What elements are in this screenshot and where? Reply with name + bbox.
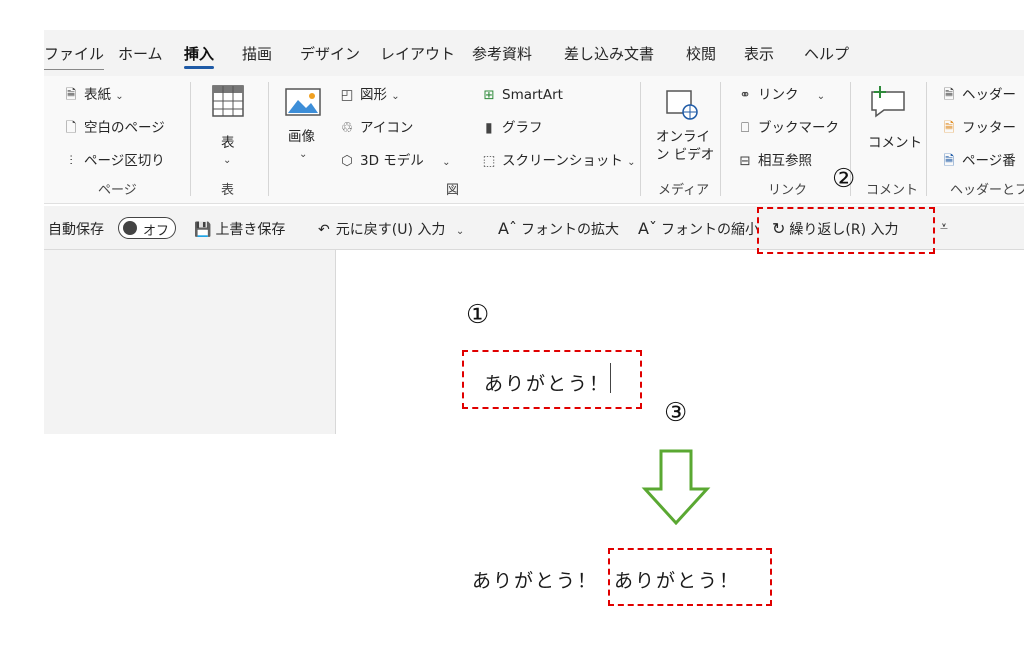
shrink-font-button[interactable]: Aˇ フォントの縮小 xyxy=(638,219,759,239)
ribbon-separator xyxy=(926,82,927,196)
blank-page-button[interactable]: 🗋 空白のページ xyxy=(62,119,165,137)
smartart-button[interactable]: ⊞ SmartArt xyxy=(480,86,563,104)
image-icon xyxy=(285,88,321,116)
image-label: 画像 xyxy=(288,129,315,145)
group-label-comments: コメント xyxy=(866,183,919,198)
document-line-1[interactable]: ありがとう！ xyxy=(484,369,610,396)
ribbon-separator xyxy=(720,82,721,196)
chevron-down-icon: ⌄ xyxy=(391,91,400,102)
comment-button[interactable]: コメント xyxy=(860,82,922,172)
group-label-table: 表 xyxy=(221,183,235,198)
undo-icon: ↶ xyxy=(318,222,330,238)
table-label: 表 xyxy=(221,135,235,151)
footer-icon: 🗎 xyxy=(943,120,955,136)
screenshot-button[interactable]: ⬚ スクリーンショット ⌄ xyxy=(480,152,636,172)
online-video-label-line2: ン ビデオ xyxy=(656,147,715,163)
tab-insert[interactable]: 挿入 xyxy=(184,43,215,69)
bookmark-button[interactable]: ⎕ ブックマーク xyxy=(736,119,839,137)
toggle-knob xyxy=(123,221,137,235)
cross-reference-button[interactable]: ⊟ 相互参照 xyxy=(736,152,812,170)
3d-models-button[interactable]: ⬡ 3D モデル ⌄ xyxy=(338,152,450,172)
annotation-two: ② xyxy=(832,164,856,194)
page-break-button[interactable]: ⫶ ページ区切り xyxy=(62,152,164,170)
smartart-icon: ⊞ xyxy=(483,87,495,103)
ribbon: 🗎 表紙 ⌄ 🗋 空白のページ ⫶ ページ区切り ページ 表 ⌄ 表 画像 ⌄ ◰ 図形… xyxy=(44,76,1024,204)
chevron-down-icon: ⌄ xyxy=(223,155,232,166)
tab-view[interactable]: 表示 xyxy=(744,43,774,64)
link-button[interactable]: ⚭ リンク ⌄ xyxy=(736,86,825,106)
blank-page-icon: 🗋 xyxy=(65,120,77,136)
image-button[interactable]: 画像 ⌄ xyxy=(282,84,326,172)
online-video-label-line1: オンライ xyxy=(656,129,710,145)
link-icon: ⚭ xyxy=(739,87,751,103)
save-icon: 💾 xyxy=(194,222,212,238)
grow-font-icon: Aˆ xyxy=(498,219,517,238)
grow-font-button[interactable]: Aˆ フォントの拡大 xyxy=(498,219,619,239)
table-button[interactable]: 表 ⌄ xyxy=(208,82,248,172)
navigation-pane xyxy=(44,250,336,434)
cube-icon: ⬡ xyxy=(341,153,353,169)
ribbon-separator xyxy=(268,82,269,196)
page-number-icon: 🗎 xyxy=(943,153,955,169)
bookmark-icon: ⎕ xyxy=(740,120,750,136)
autosave-toggle[interactable]: オフ xyxy=(118,217,176,239)
group-label-page: ページ xyxy=(98,183,137,198)
document-line-2-original[interactable]: ありがとう！ xyxy=(472,566,598,593)
shapes-icon: ◰ xyxy=(340,87,354,103)
ribbon-separator xyxy=(640,82,641,196)
chevron-down-icon: ⌄ xyxy=(115,91,124,102)
menu-bar: ファイル ホーム 挿入 描画 デザイン レイアウト 参考資料 差し込み文書 校閲… xyxy=(44,30,1024,76)
online-video-icon xyxy=(666,90,698,120)
tab-review[interactable]: 校閲 xyxy=(686,43,716,64)
group-label-illustrations: 図 xyxy=(446,183,460,198)
tab-home[interactable]: ホーム xyxy=(118,43,163,64)
group-label-links: リンク xyxy=(768,183,808,198)
screenshot-icon: ⬚ xyxy=(482,153,496,169)
autosave-state: オフ xyxy=(143,224,170,239)
chevron-down-icon: ⌄ xyxy=(442,157,451,168)
text-cursor xyxy=(610,363,611,393)
cover-page-button[interactable]: 🗎 表紙 ⌄ xyxy=(62,86,124,106)
header-icon: 🗎 xyxy=(943,87,955,103)
tab-draw[interactable]: 描画 xyxy=(242,43,272,64)
repeat-highlight-box xyxy=(757,207,935,254)
header-button[interactable]: 🗎 ヘッダー xyxy=(940,86,1016,104)
chevron-down-icon: ⌄ xyxy=(299,149,308,160)
icons-button[interactable]: ♲ アイコン xyxy=(338,119,413,137)
icons-icon: ♲ xyxy=(340,120,354,136)
group-label-media: メディア xyxy=(658,183,710,198)
cross-reference-icon: ⊟ xyxy=(739,153,751,169)
shrink-font-icon: Aˇ xyxy=(638,219,657,238)
shapes-button[interactable]: ◰ 図形 ⌄ xyxy=(338,86,400,106)
ribbon-separator xyxy=(190,82,191,196)
document-line-2-repeated[interactable]: ありがとう！ xyxy=(614,566,740,593)
down-arrow-icon xyxy=(641,449,711,525)
customize-toolbar-icon[interactable]: ⩡ xyxy=(940,219,948,235)
comment-label: コメント xyxy=(868,135,922,151)
chevron-down-icon: ⌄ xyxy=(627,157,636,168)
chart-button[interactable]: ▮ グラフ xyxy=(480,119,542,137)
undo-button[interactable]: ↶ 元に戻す(U) 入力 ⌄ xyxy=(318,219,464,239)
tab-help[interactable]: ヘルプ xyxy=(804,43,849,64)
table-icon xyxy=(212,85,244,117)
chevron-down-icon: ⌄ xyxy=(455,226,465,237)
chart-icon: ▮ xyxy=(485,120,493,136)
tab-mailings[interactable]: 差し込み文書 xyxy=(564,43,654,64)
comment-icon xyxy=(871,86,905,118)
page-number-button[interactable]: 🗎 ページ番 xyxy=(940,152,1016,170)
online-video-button[interactable]: オンライ ン ビデオ xyxy=(650,84,715,174)
footer-button[interactable]: 🗎 フッター xyxy=(940,119,1016,137)
tab-file[interactable]: ファイル xyxy=(44,43,105,70)
autosave-label: 自動保存 xyxy=(48,222,104,238)
group-label-header-footer: ヘッダーとフッ xyxy=(950,183,1024,198)
tab-design[interactable]: デザイン xyxy=(300,43,360,64)
tab-references[interactable]: 参考資料 xyxy=(472,43,532,64)
annotation-one: ① xyxy=(466,300,490,330)
save-button[interactable]: 💾 上書き保存 xyxy=(194,219,285,239)
cover-page-icon: 🗎 xyxy=(65,87,77,103)
page-break-icon: ⫶ xyxy=(69,153,73,169)
annotation-three: ③ xyxy=(664,398,688,428)
chevron-down-icon: ⌄ xyxy=(816,91,826,102)
tab-layout[interactable]: レイアウト xyxy=(380,43,455,64)
